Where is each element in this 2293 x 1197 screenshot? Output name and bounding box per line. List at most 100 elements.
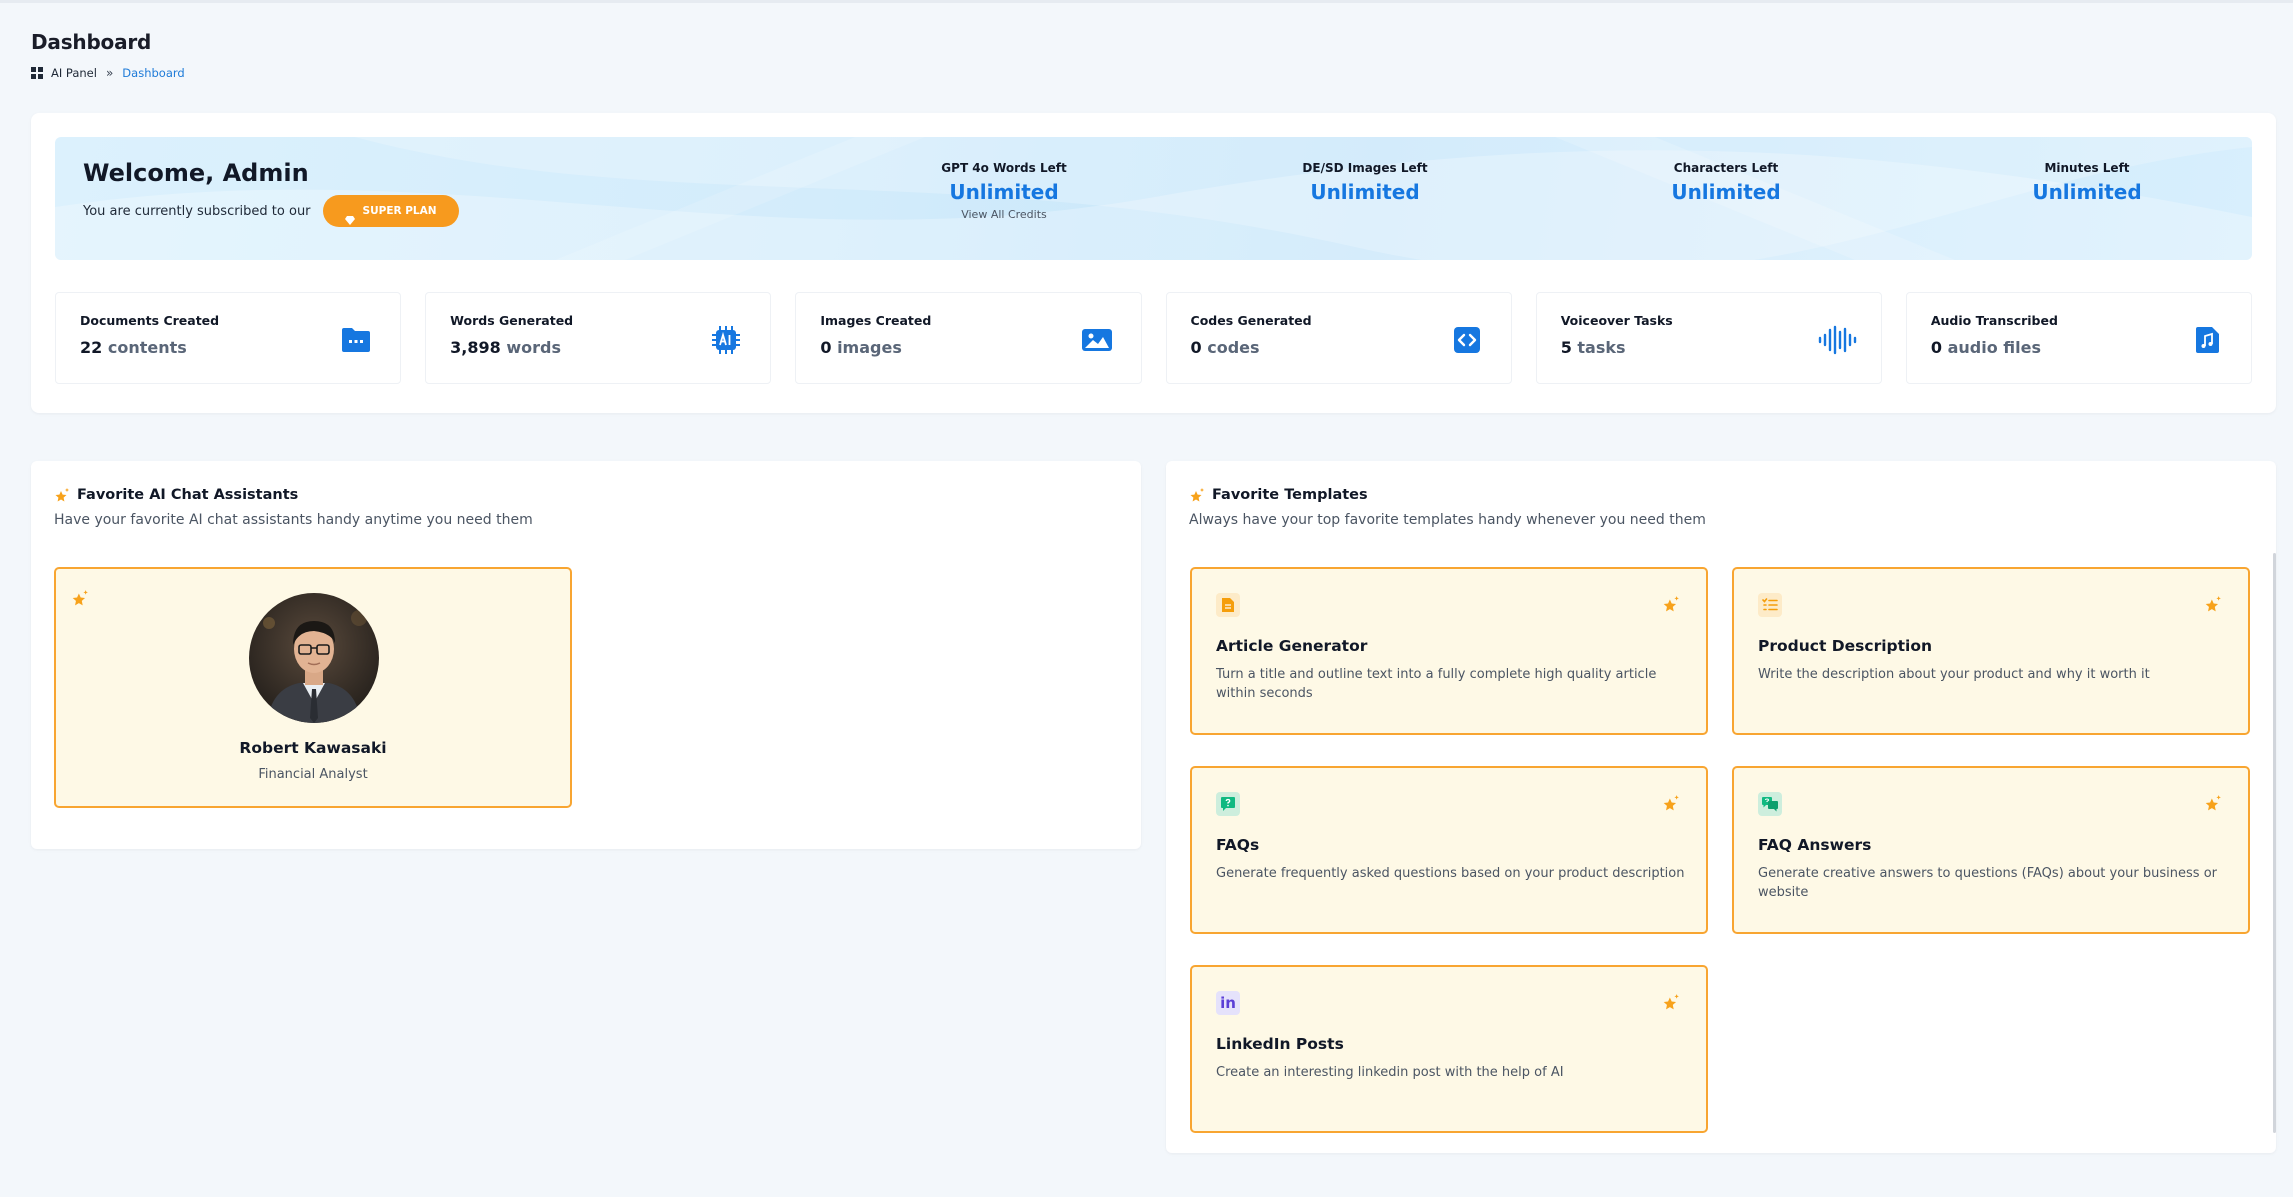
- stat-documents: Documents Created 22 contents: [55, 292, 402, 384]
- stat-value: 5 tasks: [1561, 338, 1626, 357]
- credit-label: DE/SD Images Left: [1302, 161, 1428, 175]
- panel-header: Favorite Templates Always have your top …: [1189, 487, 1706, 528]
- template-card-product-description[interactable]: Product Description Write the descriptio…: [1732, 567, 2250, 735]
- assistant-role: Financial Analyst: [258, 767, 368, 782]
- credit-gpt-words: GPT 4o Words Left Unlimited View All Cre…: [884, 161, 1124, 221]
- breadcrumb-separator: »: [105, 66, 114, 80]
- template-card-article-generator[interactable]: Article Generator Turn a title and outli…: [1190, 567, 1708, 735]
- credit-value: Unlimited: [1310, 180, 1420, 204]
- ai-chip-icon: [710, 325, 742, 355]
- template-title: FAQs: [1216, 836, 1260, 854]
- stat-unit: codes: [1207, 338, 1260, 357]
- credit-value: Unlimited: [949, 180, 1059, 204]
- welcome-title: Welcome, Admin: [83, 159, 309, 187]
- favorite-star-icon[interactable]: [1662, 993, 1680, 1011]
- music-file-icon: [2191, 325, 2223, 355]
- stat-label: Images Created: [820, 313, 932, 328]
- credit-images: DE/SD Images Left Unlimited: [1245, 161, 1485, 204]
- sparkle-star-icon: [1190, 488, 1204, 502]
- page-header: Dashboard AI Panel » Dashboard: [31, 30, 185, 80]
- folder-icon: [340, 325, 372, 355]
- stat-label: Voiceover Tasks: [1560, 313, 1673, 328]
- favorite-star-icon[interactable]: [71, 589, 89, 607]
- subscription-text: You are currently subscribed to our SUPE…: [83, 195, 459, 227]
- stat-audio: Audio Transcribed 0 audio files: [1905, 292, 2253, 384]
- credit-label: GPT 4o Words Left: [941, 161, 1067, 175]
- stat-label: Documents Created: [80, 313, 220, 328]
- template-card-faqs[interactable]: FAQs Generate frequently asked questions…: [1190, 766, 1708, 934]
- linkedin-icon-label: in: [1220, 994, 1236, 1012]
- subscription-label: You are currently subscribed to our: [83, 203, 311, 219]
- stat-unit: contents: [107, 338, 187, 357]
- diamond-icon: [344, 206, 355, 225]
- stat-images: Images Created 0 images: [795, 292, 1142, 384]
- soundwave-icon: [1817, 325, 1857, 355]
- panel-header: Favorite AI Chat Assistants Have your fa…: [54, 487, 533, 528]
- stat-count: 0: [1190, 338, 1202, 357]
- credit-label: Minutes Left: [2044, 161, 2130, 175]
- plan-badge[interactable]: SUPER PLAN: [322, 195, 459, 227]
- welcome-banner: Welcome, Admin You are currently subscri…: [55, 137, 2252, 260]
- breadcrumb-root[interactable]: AI Panel: [51, 66, 97, 80]
- linkedin-icon: in: [1216, 991, 1240, 1015]
- avatar: [249, 593, 379, 723]
- panel-title: Favorite AI Chat Assistants: [54, 487, 533, 503]
- top-border: [0, 0, 2293, 3]
- page-title: Dashboard: [31, 30, 152, 54]
- stat-count: 0: [1930, 338, 1942, 357]
- stat-unit: words: [506, 338, 561, 357]
- panel-description: Have your favorite AI chat assistants ha…: [54, 512, 533, 528]
- scrollbar[interactable]: [2273, 553, 2276, 1133]
- favorite-star-icon[interactable]: [2204, 595, 2222, 613]
- stat-count: 3,898: [450, 338, 501, 357]
- panel-title-text: Favorite AI Chat Assistants: [77, 487, 299, 503]
- template-description: Create an interesting linkedin post with…: [1216, 1065, 1564, 1080]
- stat-value: 3,898 words: [450, 338, 561, 357]
- view-all-credits-link[interactable]: View All Credits: [884, 208, 1124, 221]
- favorite-star-icon[interactable]: [1662, 794, 1680, 812]
- breadcrumb-current[interactable]: Dashboard: [122, 66, 184, 80]
- summary-card: Welcome, Admin You are currently subscri…: [31, 113, 2276, 413]
- panel-title-text: Favorite Templates: [1212, 487, 1368, 503]
- credit-value: Unlimited: [1671, 180, 1781, 204]
- breadcrumb: AI Panel » Dashboard: [31, 66, 185, 80]
- grid-icon: [31, 67, 43, 79]
- template-description: Generate frequently asked questions base…: [1216, 866, 1685, 881]
- credit-minutes: Minutes Left Unlimited: [1967, 161, 2207, 204]
- template-description: Turn a title and outline text into a ful…: [1216, 667, 1657, 701]
- stat-unit: tasks: [1577, 338, 1626, 357]
- stat-count: 0: [820, 338, 832, 357]
- template-description: Generate creative answers to questions (…: [1758, 866, 2217, 900]
- favorite-assistants-panel: Favorite AI Chat Assistants Have your fa…: [31, 461, 1141, 849]
- stat-words: Words Generated 3,898 words: [425, 292, 772, 384]
- question-chat-icon: [1216, 792, 1240, 816]
- stat-codes: Codes Generated 0 codes: [1165, 292, 1512, 384]
- image-icon: [1081, 325, 1113, 355]
- stat-count: 5: [1560, 338, 1572, 357]
- template-title: Product Description: [1758, 637, 1933, 655]
- stats-row: Documents Created 22 contents Words Gene…: [55, 292, 2253, 384]
- sparkle-star-icon: [55, 488, 69, 502]
- stat-value: 0 audio files: [1931, 338, 2041, 357]
- stat-value: 0 codes: [1191, 338, 1260, 357]
- template-title: LinkedIn Posts: [1216, 1035, 1344, 1053]
- template-card-linkedin-posts[interactable]: in LinkedIn Posts Create an interesting …: [1190, 965, 1708, 1133]
- assistant-name: Robert Kawasaki: [239, 739, 387, 757]
- template-card-faq-answers[interactable]: FAQ Answers Generate creative answers to…: [1732, 766, 2250, 934]
- favorite-star-icon[interactable]: [1662, 595, 1680, 613]
- stat-value: 0 images: [820, 338, 902, 357]
- stat-value: 22 contents: [80, 338, 187, 357]
- stat-unit: images: [837, 338, 902, 357]
- stat-label: Audio Transcribed: [1930, 313, 2058, 328]
- stat-label: Words Generated: [450, 313, 574, 328]
- credit-characters: Characters Left Unlimited: [1606, 161, 1846, 204]
- template-title: Article Generator: [1216, 637, 1368, 655]
- template-description: Write the description about your product…: [1758, 667, 2150, 682]
- assistant-card[interactable]: Robert Kawasaki Financial Analyst: [54, 567, 572, 808]
- favorite-star-icon[interactable]: [2204, 794, 2222, 812]
- plan-badge-label: SUPER PLAN: [362, 205, 437, 217]
- answer-chat-icon: [1758, 792, 1782, 816]
- credit-label: Characters Left: [1673, 161, 1779, 175]
- list-icon: [1758, 593, 1782, 617]
- template-title: FAQ Answers: [1758, 836, 1872, 854]
